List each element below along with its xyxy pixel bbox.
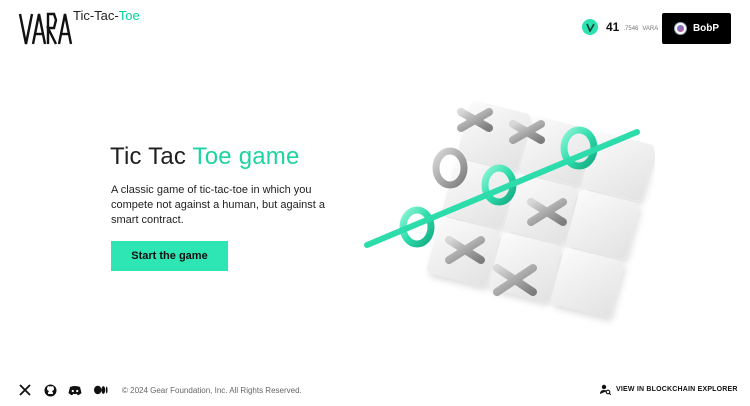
user-search-icon bbox=[600, 384, 611, 395]
medium-icon[interactable] bbox=[94, 383, 108, 397]
blockchain-explorer-link[interactable]: VIEW IN BLOCKCHAIN EXPLORER bbox=[600, 384, 738, 395]
account-name: BobP bbox=[692, 23, 720, 34]
hero-title-main: Tic Tac bbox=[110, 143, 193, 170]
x-icon[interactable] bbox=[18, 383, 32, 397]
app-title-accent: Toe bbox=[118, 8, 140, 23]
discord-icon[interactable] bbox=[68, 383, 82, 397]
balance-integer: 41 bbox=[606, 20, 620, 34]
hero-title-accent: Toe game bbox=[192, 143, 300, 170]
account-avatar bbox=[673, 22, 687, 35]
github-icon[interactable] bbox=[43, 383, 57, 397]
explorer-link-label: VIEW IN BLOCKCHAIN EXPLORER bbox=[616, 386, 738, 393]
start-game-button[interactable]: Start the game bbox=[111, 241, 228, 271]
vara-logo[interactable] bbox=[18, 10, 74, 48]
account-button[interactable]: BobP bbox=[662, 13, 731, 44]
vara-coin-icon bbox=[582, 19, 598, 35]
balance-unit: VARA bbox=[642, 25, 659, 32]
wallet-balance: 41 .7546 VARA bbox=[582, 19, 658, 35]
app-title: Tic-Tac-Toe bbox=[73, 8, 140, 23]
balance-fraction: .7546 bbox=[623, 25, 639, 32]
footer: © 2024 Gear Foundation, Inc. All Rights … bbox=[0, 372, 750, 406]
tic-tac-toe-board-illustration bbox=[364, 100, 655, 317]
hero-description: A classic game of tic-tac-toe in which y… bbox=[111, 184, 326, 226]
copyright-text: © 2024 Gear Foundation, Inc. All Rights … bbox=[122, 386, 302, 395]
hero-title: Tic Tac Toe game bbox=[110, 143, 300, 171]
header: Tic-Tac-Toe 41 .7546 VARA BobP bbox=[0, 0, 750, 60]
app-title-main: Tic-Tac- bbox=[73, 8, 119, 23]
